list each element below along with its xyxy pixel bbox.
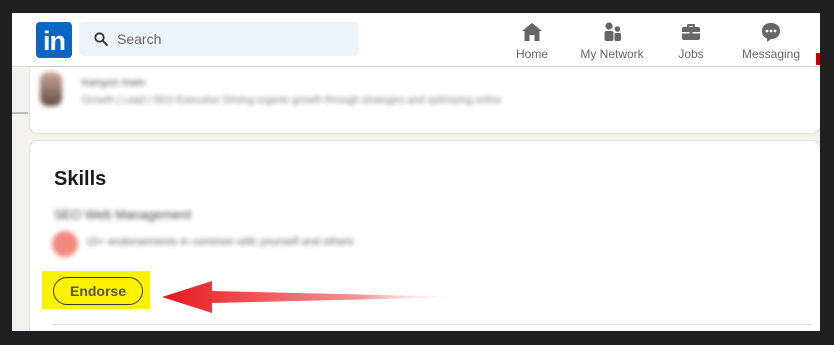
browser-viewport: in Home My Network (12, 13, 820, 331)
red-arrow-annotation (162, 281, 467, 313)
section-divider (52, 324, 812, 325)
